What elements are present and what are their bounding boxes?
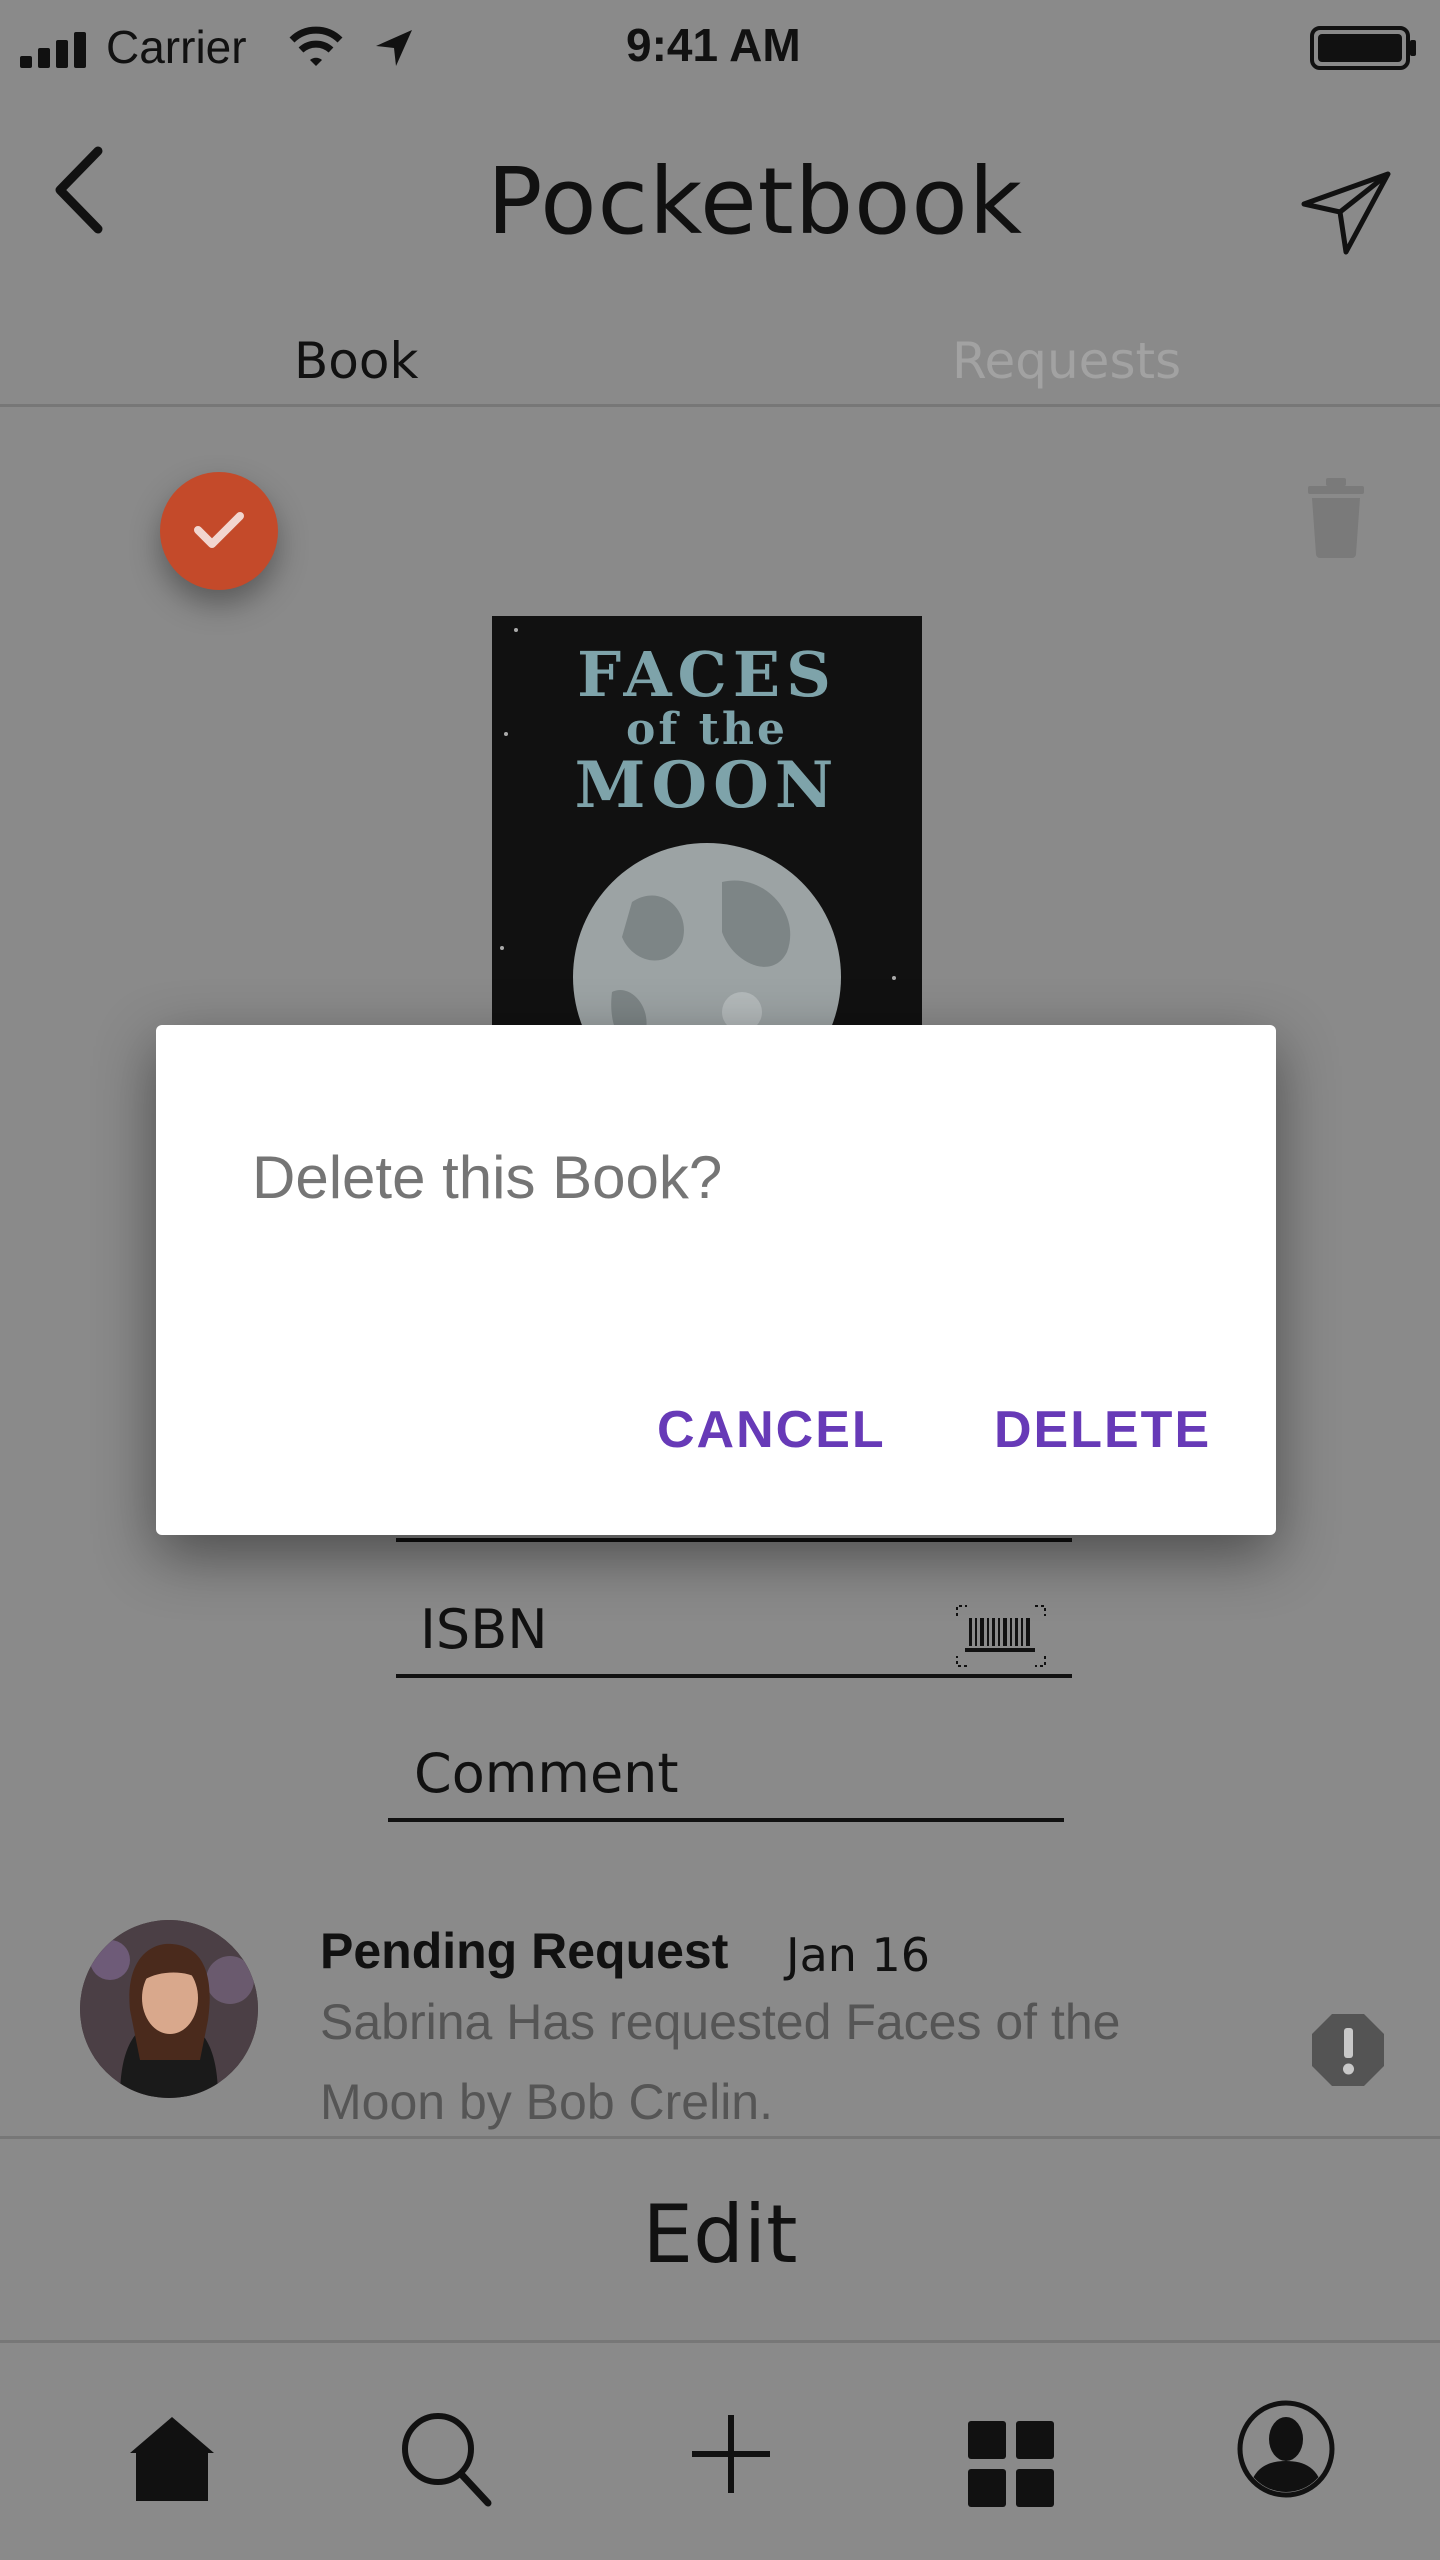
page-title: Pocketbook [487,148,1023,255]
star [500,946,504,950]
send-icon[interactable] [1300,168,1392,256]
star [892,976,896,980]
battery-icon [1310,26,1416,70]
search-icon[interactable] [400,2411,492,2507]
tab-requests[interactable]: Requests [952,332,1181,390]
isbn-underline [396,1674,1072,1678]
edit-button[interactable]: Edit [0,2188,1440,2281]
status-badge[interactable] [160,472,278,590]
tab-divider [0,404,1440,407]
tab-book[interactable]: Book [294,332,418,390]
title-field-underline [396,1538,1072,1542]
add-icon[interactable] [690,2413,772,2495]
comment-field[interactable]: Comment [414,1742,679,1805]
star [514,628,518,632]
clock: 9:41 AM [626,19,801,71]
trash-icon[interactable] [1306,478,1366,558]
check-icon [194,512,244,548]
request-item[interactable]: Pending Request Jan 16 Sabrina Has reque… [0,1900,1440,2136]
moon-illustration [573,843,841,1036]
location-arrow-icon [376,30,412,66]
status-bar: Carrier 9:41 AM [0,0,1440,95]
alert-icon[interactable] [1310,2012,1386,2088]
home-icon[interactable] [128,2415,216,2501]
request-message: Sabrina Has requested Faces of the Moon … [320,1994,1121,2130]
signal-icon [20,32,86,68]
profile-icon[interactable] [1236,2399,1336,2499]
bottom-nav [0,2340,1440,2560]
edit-bar-top-divider [0,2136,1440,2139]
delete-button[interactable]: DELETE [994,1400,1211,1460]
wifi-icon [289,26,343,66]
delete-dialog: Delete this Book? CANCEL DELETE [156,1025,1276,1535]
dialog-title: Delete this Book? [252,1144,723,1211]
star [504,732,508,736]
barcode-scan-icon[interactable] [955,1604,1047,1668]
cover-title-line-1: FACES [577,638,837,711]
request-date: Jan 16 [786,1928,931,1982]
carrier-label: Carrier [106,21,247,73]
isbn-field[interactable]: ISBN [420,1598,548,1661]
grid-icon[interactable] [968,2421,1054,2507]
book-cover: FACES of the MOON [492,616,922,1036]
cover-title-line-3: MOON [574,748,840,823]
cancel-button[interactable]: CANCEL [657,1400,886,1460]
comment-underline [388,1818,1064,1822]
request-title: Pending Request [320,1923,729,1979]
avatar [80,1920,258,2098]
